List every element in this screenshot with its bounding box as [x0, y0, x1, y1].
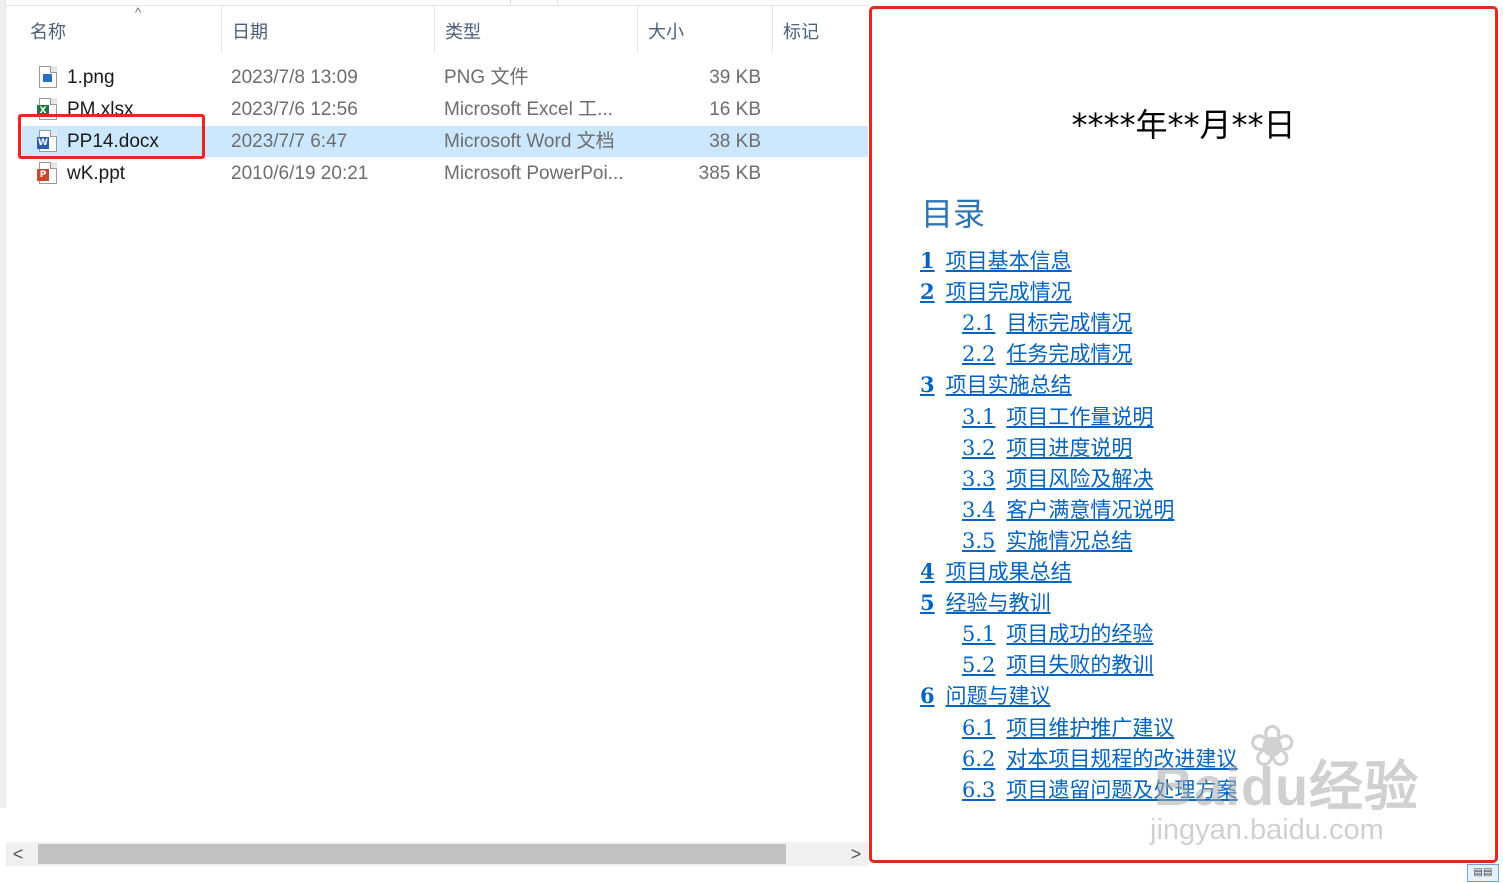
column-header-name[interactable]: 名称 ^ [20, 6, 222, 52]
toc-link[interactable]: 1 项目基本信息 [920, 245, 1072, 275]
column-header-row: 名称 ^ 日期 类型 大小 标记 [6, 6, 868, 52]
toc-heading: 目录 [921, 195, 986, 233]
file-highlight-annotation [18, 114, 205, 159]
toc-text: 项目风险及解决 [1006, 467, 1154, 491]
file-size: 385 KB [698, 163, 761, 184]
file-date: 2023/7/6 12:56 [231, 99, 358, 120]
file-date: 2023/7/7 6:47 [231, 131, 348, 152]
toc-number: 3.1 [962, 405, 996, 429]
toc-number: 1 [920, 248, 935, 273]
file-row[interactable]: 1.png 2023/7/8 13:09 PNG 文件 39 KB [22, 62, 868, 93]
toc-number: 3.5 [962, 529, 996, 553]
toc-link[interactable]: 3.2 项目进度说明 [962, 432, 1132, 462]
file-row[interactable]: P wK.ppt 2010/6/19 20:21 Microsoft Power… [22, 158, 868, 189]
file-type: PNG 文件 [444, 67, 529, 88]
column-header-size[interactable]: 大小 [638, 6, 773, 52]
toc-number: 5 [920, 590, 935, 615]
toc-text: 经验与教训 [945, 591, 1051, 615]
file-type: Microsoft Word 文档 [444, 131, 615, 152]
powerpoint-file-icon: P [37, 162, 57, 184]
toc-link[interactable]: 4 项目成果总结 [920, 556, 1072, 586]
toc-text: 问题与建议 [945, 684, 1051, 708]
file-type: Microsoft PowerPoi... [444, 163, 624, 184]
toc-link[interactable]: 6.1 项目维护推广建议 [962, 712, 1174, 742]
toc-number: 3.2 [962, 436, 996, 460]
toc-link[interactable]: 3.3 项目风险及解决 [962, 463, 1153, 493]
toc-text: 项目失败的教训 [1006, 653, 1154, 677]
column-header-tags[interactable]: 标记 [773, 6, 868, 52]
details-view-icon[interactable]: ▤▤ [1467, 864, 1499, 882]
file-name: wK.ppt [67, 163, 126, 184]
toc-text: 项目成功的经验 [1006, 622, 1154, 646]
column-header-type[interactable]: 类型 [435, 6, 638, 52]
tab-divider [557, 0, 558, 5]
file-size: 16 KB [709, 99, 761, 120]
toc-link[interactable]: 2.1 目标完成情况 [962, 307, 1132, 337]
toc-number: 2 [920, 279, 935, 304]
column-header-label: 标记 [783, 22, 819, 42]
column-header-label: 类型 [445, 22, 481, 42]
toc-link[interactable]: 3.5 实施情况总结 [962, 525, 1132, 555]
toc-text: 目标完成情况 [1006, 311, 1133, 335]
file-type: Microsoft Excel 工... [444, 99, 613, 120]
toc-text: 任务完成情况 [1006, 342, 1133, 366]
toc-number: 3.3 [962, 467, 996, 491]
file-explorer-window: 名称 ^ 日期 类型 大小 标记 1.png 2023/7/8 13:09 PN… [0, 0, 1503, 883]
toc-text: 客户满意情况说明 [1006, 498, 1175, 522]
toc-link[interactable]: 6.3 项目遗留问题及处理方案 [962, 774, 1237, 804]
toc-link[interactable]: 3.4 客户满意情况说明 [962, 494, 1174, 524]
toc-text: 项目完成情况 [945, 280, 1072, 304]
file-date: 2023/7/8 13:09 [231, 67, 358, 88]
toc-link[interactable]: 3 项目实施总结 [920, 369, 1072, 399]
toc-text: 项目实施总结 [945, 373, 1072, 397]
toc-link[interactable]: 5.2 项目失败的教训 [962, 649, 1153, 679]
file-size: 38 KB [709, 131, 761, 152]
tab-divider [510, 0, 511, 5]
scroll-left-icon[interactable]: < [6, 842, 30, 866]
toc-link[interactable]: 5.1 项目成功的经验 [962, 618, 1153, 648]
toc-number: 6.2 [962, 747, 996, 771]
file-size: 39 KB [709, 67, 761, 88]
toc-number: 2.2 [962, 342, 996, 366]
toc-text: 项目工作量说明 [1006, 405, 1154, 429]
toc-text: 项目基本信息 [945, 249, 1072, 273]
toc-text: 实施情况总结 [1006, 529, 1133, 553]
toc-number: 5.2 [962, 653, 996, 677]
toc-number: 5.1 [962, 622, 996, 646]
toc-link[interactable]: 2.2 任务完成情况 [962, 338, 1132, 368]
toc-link[interactable]: 3.1 项目工作量说明 [962, 401, 1153, 431]
toc-number: 3.4 [962, 498, 996, 522]
toc-number: 6.3 [962, 778, 996, 802]
horizontal-scrollbar[interactable]: < > [6, 842, 868, 866]
toc-text: 项目遗留问题及处理方案 [1006, 778, 1238, 802]
document-date-line: ****年**月**日 [1071, 106, 1296, 144]
toc-text: 对本项目规程的改进建议 [1006, 747, 1238, 771]
toc-number: 3 [920, 372, 935, 397]
toc-text: 项目成果总结 [945, 560, 1072, 584]
png-file-icon [39, 66, 57, 88]
column-header-label: 名称 [30, 22, 66, 42]
toc-number: 6 [920, 683, 935, 708]
toc-text: 项目维护推广建议 [1006, 716, 1175, 740]
document-preview-pane: ****年**月**日 目录 1 项目基本信息 2 项目完成情况 2.1 目标完成情况 2.… [869, 6, 1498, 863]
toc-link[interactable]: 6 问题与建议 [920, 680, 1051, 710]
toc-number: 6.1 [962, 716, 996, 740]
file-date: 2010/6/19 20:21 [231, 163, 369, 184]
column-header-label: 日期 [232, 22, 268, 42]
scroll-right-icon[interactable]: > [844, 842, 868, 866]
toc-text: 项目进度说明 [1006, 436, 1133, 460]
column-header-date[interactable]: 日期 [222, 6, 435, 52]
toc-link[interactable]: 2 项目完成情况 [920, 276, 1072, 306]
scrollbar-thumb[interactable] [38, 844, 786, 864]
toc-link[interactable]: 6.2 对本项目规程的改进建议 [962, 743, 1237, 773]
file-name: 1.png [67, 67, 115, 88]
toc-number: 4 [920, 559, 935, 584]
toc-number: 2.1 [962, 311, 996, 335]
sort-ascending-icon: ^ [134, 5, 142, 20]
toc-link[interactable]: 5 经验与教训 [920, 587, 1051, 617]
column-header-label: 大小 [648, 22, 684, 42]
